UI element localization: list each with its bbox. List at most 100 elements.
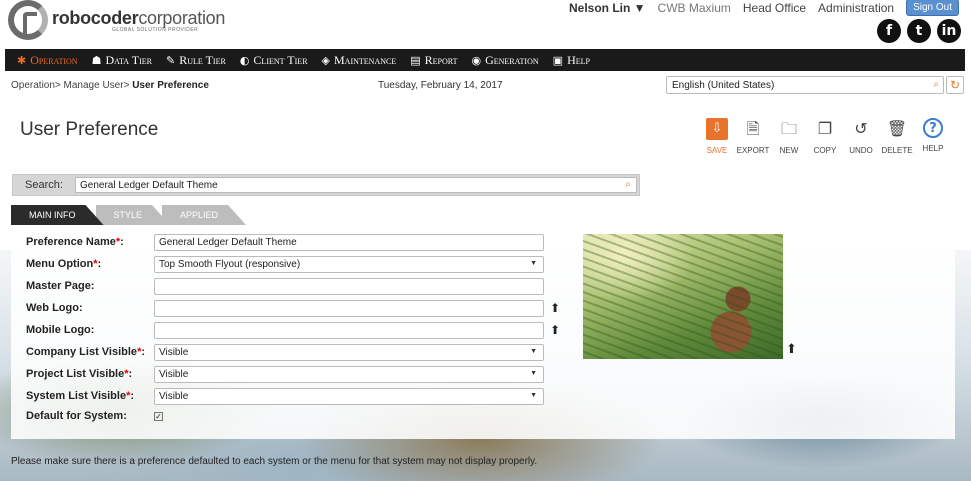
master-page-input[interactable]	[154, 277, 544, 295]
language-select[interactable]: English (United States) ⌕	[666, 76, 944, 94]
data-tier-icon: ☗	[91, 53, 102, 67]
row-project-list-visible: Project List Visible*: Visible ▼	[26, 365, 544, 383]
search-label: Search:	[25, 179, 63, 191]
report-icon: ▤	[410, 53, 421, 67]
help-book-icon: ▣	[552, 53, 564, 67]
search-value: General Ledger Default Theme	[80, 180, 218, 191]
menu-item-maintenance[interactable]: ◈ Maintenance	[322, 53, 397, 68]
company-list-visible-select[interactable]: Visible ▼	[154, 343, 544, 361]
row-company-list-visible: Company List Visible*: Visible ▼	[26, 343, 544, 361]
copy-button[interactable]: ❐ COPY	[807, 118, 843, 155]
help-button[interactable]: ? HELP	[915, 118, 951, 155]
search-bar: Search: General Ledger Default Theme ⌕	[12, 174, 640, 196]
preference-name-input[interactable]: General Ledger Default Theme	[154, 233, 544, 251]
mobile-logo-label: Mobile Logo:	[26, 324, 95, 336]
breadcrumb-path[interactable]: Operation> Manage User>	[11, 80, 132, 91]
new-button[interactable]: 🗀 NEW	[771, 118, 807, 155]
robocoder-logo[interactable]: robocodercorporation GLOBAL SOLUTION PRO…	[8, 0, 225, 40]
maintenance-icon: ◈	[321, 53, 330, 67]
copy-icon: ❐	[817, 119, 833, 138]
company-list-visible-label: Company List Visible*:	[26, 346, 146, 358]
breadcrumb-current: User Preference	[132, 80, 209, 91]
save-icon: ⇩	[706, 118, 728, 140]
administration-link[interactable]: Administration	[818, 1, 894, 15]
logo-mark-icon	[8, 0, 48, 40]
menu-option-select[interactable]: Top Smooth Flyout (responsive) ▼	[154, 255, 544, 273]
export-icon: 🗎	[746, 119, 760, 138]
system-list-visible-label: System List Visible*:	[26, 390, 135, 402]
main-menu: ✱ Operation ☗ Data Tier ✎ Rule Tier ◐ Client…	[5, 49, 965, 71]
social-links: f t in	[877, 19, 961, 43]
menu-item-rule-tier[interactable]: ✎ Rule Tier	[166, 53, 226, 68]
default-for-system-checkbox[interactable]: ✓	[154, 411, 163, 421]
search-icon[interactable]: ⌕	[933, 79, 939, 90]
language-value: English (United States)	[672, 80, 775, 91]
chevron-down-icon: ▼	[530, 259, 537, 267]
menu-item-generation[interactable]: ◉ Generation	[471, 53, 538, 68]
row-preference-name: Preference Name*: General Ledger Default…	[26, 233, 544, 251]
menu-item-data-tier[interactable]: ☗ Data Tier	[92, 53, 152, 68]
top-nav: Nelson Lin ▼ CWB Maxium Head Office Admi…	[569, 0, 959, 16]
linkedin-icon[interactable]: in	[937, 19, 961, 43]
web-logo-label: Web Logo:	[26, 302, 83, 314]
gear-icon: ✱	[17, 53, 27, 67]
project-list-visible-label: Project List Visible*:	[26, 368, 133, 380]
undo-button[interactable]: ↺ UNDO	[843, 118, 879, 155]
search-icon[interactable]: ⌕	[625, 179, 631, 190]
trash-icon: 🗑	[886, 119, 908, 138]
logo-name: robocodercorporation	[52, 7, 226, 28]
tab-bar: MAIN INFO STYLE APPLIED	[11, 205, 238, 225]
mobile-logo-input[interactable]	[154, 321, 544, 339]
row-mobile-logo: Mobile Logo: ⬆	[26, 321, 562, 339]
sign-out-button[interactable]: Sign Out	[906, 0, 959, 16]
tab-style[interactable]: STYLE	[96, 205, 171, 225]
twitter-icon[interactable]: t	[907, 19, 931, 43]
refresh-icon[interactable]: ↻	[946, 76, 964, 94]
upload-icon[interactable]: ⬆	[550, 301, 562, 315]
header: robocodercorporation GLOBAL SOLUTION PRO…	[0, 0, 971, 46]
save-button[interactable]: ⇩ SAVE	[699, 118, 735, 155]
menu-option-label: Menu Option*:	[26, 258, 102, 270]
row-master-page: Master Page:	[26, 277, 544, 295]
master-page-label: Master Page:	[26, 280, 95, 292]
toolbar: ⇩ SAVE 🗎 EXPORT 🗀 NEW ❐ COPY ↺ UNDO 🗑 DELETE ?…	[699, 118, 951, 155]
project-list-visible-select[interactable]: Visible ▼	[154, 365, 544, 383]
export-button[interactable]: 🗎 EXPORT	[735, 118, 771, 155]
user-menu[interactable]: Nelson Lin ▼	[569, 1, 646, 15]
tab-main-info[interactable]: MAIN INFO	[11, 205, 104, 225]
rule-tier-icon: ✎	[166, 53, 176, 67]
upload-icon[interactable]: ⬆	[550, 323, 562, 337]
logo-preview-image	[583, 234, 783, 359]
main-info-panel: Preference Name*: General Ledger Default…	[11, 225, 955, 439]
page-title: User Preference	[20, 119, 159, 140]
row-web-logo: Web Logo: ⬆	[26, 299, 562, 317]
upload-icon[interactable]: ⬆	[786, 342, 797, 357]
system-list-visible-select[interactable]: Visible ▼	[154, 387, 544, 405]
breadcrumb: Operation> Manage User> User Preference	[11, 80, 209, 91]
chevron-down-icon: ▼	[530, 369, 537, 377]
delete-button[interactable]: 🗑 DELETE	[879, 118, 915, 155]
undo-icon: ↺	[854, 119, 868, 138]
menu-item-client-tier[interactable]: ◐ Client Tier	[240, 53, 308, 68]
search-input[interactable]: General Ledger Default Theme ⌕	[75, 177, 637, 193]
help-icon: ?	[923, 118, 943, 138]
facebook-icon[interactable]: f	[877, 19, 901, 43]
new-folder-icon: 🗀	[780, 119, 797, 138]
chevron-down-icon: ▼	[530, 391, 537, 399]
menu-item-report[interactable]: ▤ Report	[410, 53, 457, 68]
row-default-for-system: Default for System: ✓	[26, 407, 163, 425]
default-for-system-label: Default for System:	[26, 410, 127, 422]
company-link[interactable]: CWB Maxium	[658, 1, 731, 15]
tab-applied[interactable]: APPLIED	[162, 205, 246, 225]
preference-warning-note: Please make sure there is a preference d…	[11, 456, 538, 467]
menu-item-operation[interactable]: ✱ Operation	[17, 53, 78, 68]
web-logo-input[interactable]	[154, 299, 544, 317]
office-link[interactable]: Head Office	[743, 1, 806, 15]
current-date: Tuesday, February 14, 2017	[378, 80, 503, 91]
generation-icon: ◉	[471, 53, 482, 67]
menu-item-help[interactable]: ▣ Help	[553, 53, 590, 68]
chevron-down-icon: ▼	[530, 347, 537, 355]
preference-name-label: Preference Name*:	[26, 236, 124, 248]
client-tier-icon: ◐	[239, 53, 250, 67]
row-system-list-visible: System List Visible*: Visible ▼	[26, 387, 544, 405]
